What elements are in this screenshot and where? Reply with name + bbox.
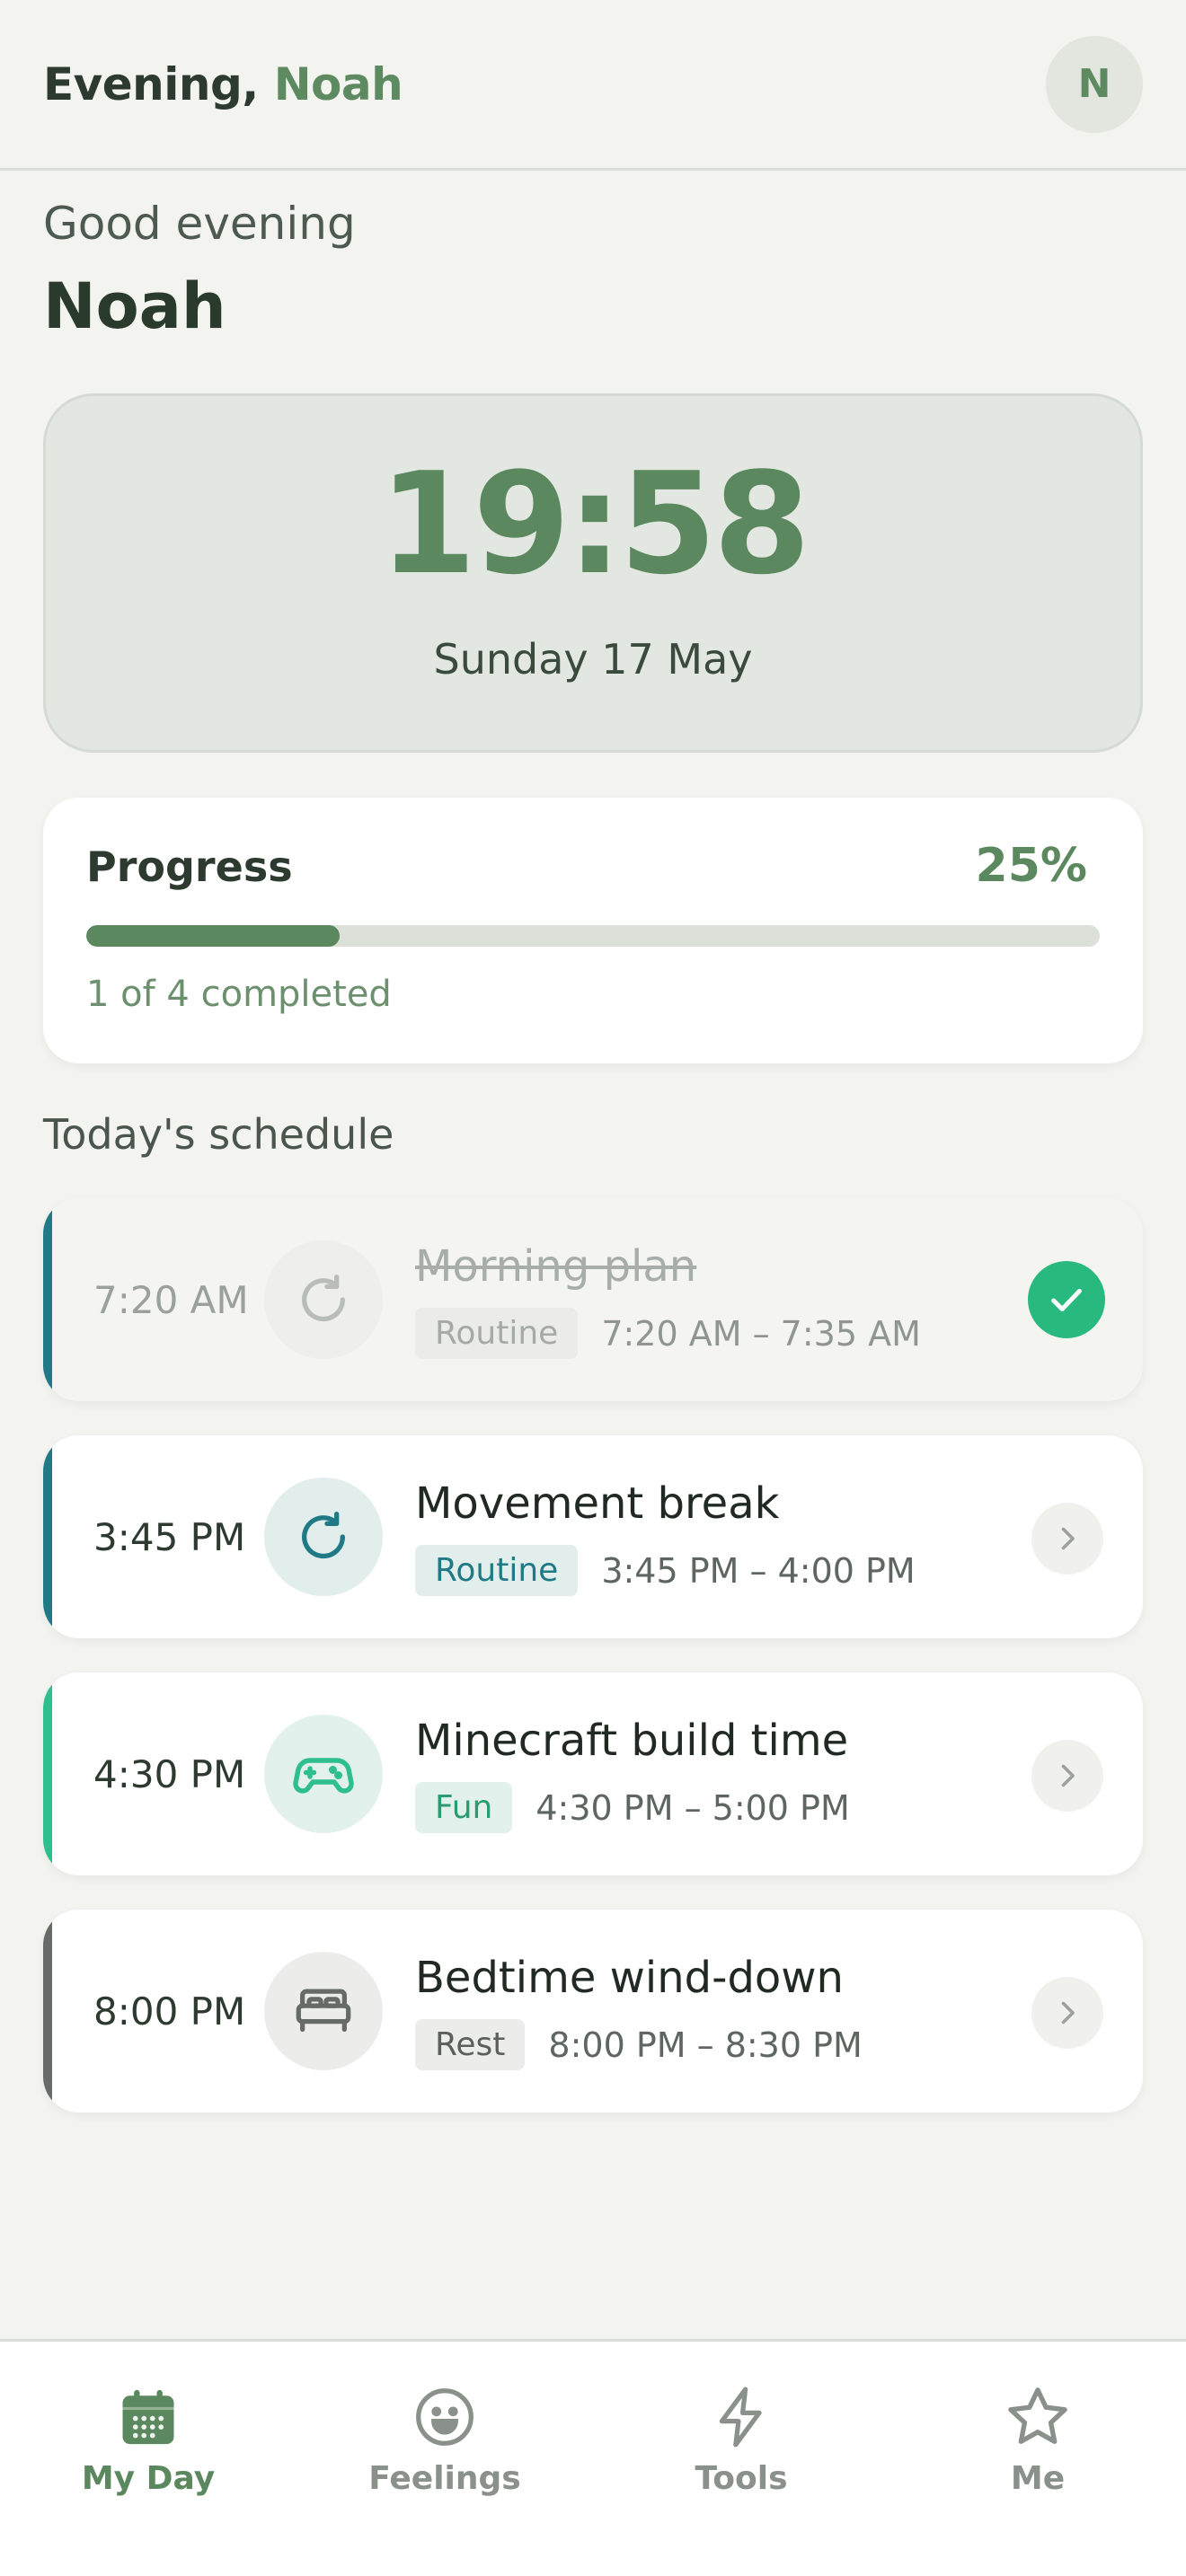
schedule-item-time: 4:30 PM: [93, 1751, 246, 1796]
schedule-item-meta: Fun 4:30 PM – 5:00 PM: [415, 1782, 850, 1833]
schedule-item-accent-bar: [43, 1198, 52, 1401]
open-item-button[interactable]: [1031, 1977, 1103, 2049]
top-bar: Evening, Noah N: [0, 0, 1186, 171]
schedule-item-tag: Fun: [415, 1782, 513, 1833]
open-item-button[interactable]: [1031, 1503, 1103, 1575]
progress-percent: 25%: [975, 839, 1087, 893]
open-item-button[interactable]: [1031, 1740, 1103, 1812]
schedule-item-time: 8:00 PM: [93, 1989, 246, 2033]
star-icon: [1000, 2379, 1075, 2455]
progress-card: Progress 25% 1 of 4 completed: [43, 798, 1143, 1063]
chevron-right-icon: [1061, 1764, 1075, 1787]
top-bar-title: Evening, Noah: [43, 58, 403, 110]
calendar-icon: [111, 2379, 186, 2455]
progress-label: Progress: [86, 842, 293, 891]
progress-bar-fill: [86, 925, 340, 947]
schedule-item-title: Bedtime wind-down: [415, 1953, 844, 2003]
schedule-item-minecraft-build-time[interactable]: 4:30 PM Minecraft build time Fun 4:30 PM…: [43, 1672, 1143, 1875]
greeting-name: Noah: [43, 269, 226, 343]
schedule-item-time: 7:20 AM: [93, 1277, 249, 1322]
schedule-item-title: Minecraft build time: [415, 1716, 849, 1766]
schedule-item-meta: Routine 7:20 AM – 7:35 AM: [415, 1308, 921, 1359]
chevron-right-icon: [1061, 2001, 1075, 2025]
nav-item-label: Me: [1010, 2460, 1066, 2497]
schedule-item-accent-bar: [43, 1672, 52, 1875]
refresh-icon: [264, 1240, 383, 1359]
app-root: Evening, Noah N Good evening Noah 19:58 …: [0, 0, 1186, 2576]
refresh-icon: [264, 1478, 383, 1596]
schedule-item-range: 4:30 PM – 5:00 PM: [535, 1787, 850, 1828]
nav-item-label: My Day: [81, 2460, 216, 2497]
avatar[interactable]: N: [1046, 35, 1143, 133]
progress-bar: [86, 925, 1100, 947]
schedule-item-meta: Routine 3:45 PM – 4:00 PM: [415, 1545, 916, 1596]
clock-time: 19:58: [378, 442, 811, 605]
gamepad-icon: [264, 1715, 383, 1833]
progress-note: 1 of 4 completed: [86, 974, 392, 1015]
schedule-item-range: 7:20 AM – 7:35 AM: [601, 1313, 921, 1354]
clock-card: 19:58 Sunday 17 May: [43, 393, 1143, 753]
bottom-nav: My Day Feelings Tools Me: [0, 2339, 1186, 2576]
schedule-item-accent-bar: [43, 1910, 52, 2113]
smiley-icon: [407, 2379, 482, 2455]
nav-item-tools[interactable]: Tools: [593, 2379, 890, 2576]
schedule-item-title: Movement break: [415, 1478, 780, 1529]
bed-icon: [264, 1952, 383, 2070]
nav-item-label: Feelings: [368, 2460, 521, 2497]
nav-item-feelings[interactable]: Feelings: [296, 2379, 593, 2576]
nav-item-me[interactable]: Me: [890, 2379, 1186, 2576]
nav-item-label: Tools: [695, 2460, 788, 2497]
lightning-icon: [704, 2379, 779, 2455]
nav-item-my-day[interactable]: My Day: [0, 2379, 296, 2576]
schedule-item-range: 3:45 PM – 4:00 PM: [601, 1550, 916, 1591]
schedule-item-morning-plan[interactable]: 7:20 AM Morning plan Routine 7:20 AM – 7…: [43, 1198, 1143, 1401]
greeting-subtitle: Good evening: [43, 198, 356, 250]
schedule-item-tag: Routine: [415, 1545, 579, 1596]
schedule-item-tag: Rest: [415, 2019, 526, 2070]
completed-check-button[interactable]: [1028, 1261, 1105, 1338]
check-icon: [1051, 1288, 1082, 1312]
schedule-item-range: 8:00 PM – 8:30 PM: [548, 2025, 863, 2065]
top-bar-user-name: Noah: [273, 57, 403, 110]
clock-date: Sunday 17 May: [433, 635, 753, 684]
schedule-item-time: 3:45 PM: [93, 1514, 246, 1559]
schedule-item-meta: Rest 8:00 PM – 8:30 PM: [415, 2019, 863, 2070]
schedule-item-title: Morning plan: [415, 1241, 697, 1292]
schedule-item-movement-break[interactable]: 3:45 PM Movement break Routine 3:45 PM –…: [43, 1435, 1143, 1638]
schedule-item-tag: Routine: [415, 1308, 579, 1359]
chevron-right-icon: [1061, 1527, 1075, 1550]
schedule-item-accent-bar: [43, 1435, 52, 1638]
top-bar-greeting-prefix: Evening,: [43, 57, 274, 110]
schedule-item-bedtime-wind-down[interactable]: 8:00 PM Bedtime wind-down Rest 8:00 PM –…: [43, 1910, 1143, 2113]
schedule-section-title: Today's schedule: [43, 1110, 394, 1159]
